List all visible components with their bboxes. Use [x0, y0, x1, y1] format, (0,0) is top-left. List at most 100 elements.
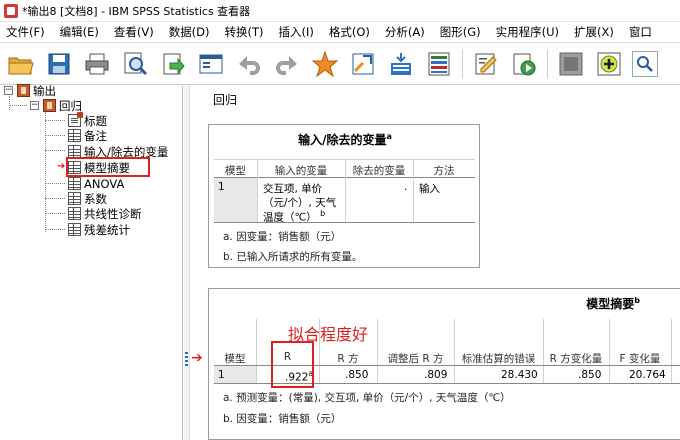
tree-item-label: ANOVA	[84, 176, 125, 191]
tree-item-label: 共线性诊断	[84, 206, 142, 221]
tree-connector	[45, 150, 65, 151]
menu-bar: 文件(F) 编辑(E) 查看(V) 数据(D) 转换(T) 插入(I) 格式(O…	[0, 22, 680, 43]
tree-connector	[45, 213, 65, 214]
tree-item-anova[interactable]: ANOVA	[68, 176, 124, 191]
show-all-icon[interactable]	[471, 49, 501, 79]
print-preview-icon[interactable]	[120, 49, 150, 79]
undo-icon[interactable]	[234, 49, 264, 79]
cell-r2-change: .850	[578, 369, 602, 381]
table-note-a: a. 因变量：销售额（元）	[223, 231, 342, 243]
goto-case-icon[interactable]	[348, 49, 378, 79]
table-icon	[68, 223, 81, 236]
run-icon[interactable]	[509, 49, 539, 79]
tree-item-regression[interactable]: − 回归	[30, 98, 82, 113]
pane-divider[interactable]	[184, 86, 190, 440]
designate-window-icon[interactable]	[556, 49, 586, 79]
open-folder-icon[interactable]	[6, 49, 36, 79]
table-icon	[68, 129, 81, 142]
book-icon	[17, 84, 30, 97]
table-icon	[68, 177, 81, 190]
insert-icon[interactable]	[594, 49, 624, 79]
variables-icon[interactable]	[424, 49, 454, 79]
menu-view[interactable]: 查看(V)	[108, 24, 163, 40]
table-note-b: b. 已输入所请求的所有变量。	[223, 251, 363, 263]
window-title: *输出8 [文档8] - IBM SPSS Statistics 查看器	[22, 4, 251, 18]
goto-data-icon[interactable]	[310, 49, 340, 79]
tree-connector	[9, 105, 27, 106]
col-header-model: 模型	[225, 165, 246, 177]
toolbar-separator-2	[547, 49, 548, 78]
title-bar: *输出8 [文档8] - IBM SPSS Statistics 查看器	[0, 0, 680, 22]
search-icon[interactable]	[632, 50, 658, 77]
model-summary-table[interactable]: 模型摘要b 拟合程度好 模型 R R 方 调整后 R 方 标准估算的错误 R 方…	[208, 288, 680, 440]
title-doc-icon	[68, 112, 83, 127]
tree-connector	[9, 96, 10, 110]
menu-extensions[interactable]: 扩展(X)	[568, 24, 623, 40]
col-header-f-change: F 变化量	[619, 353, 661, 365]
cell-removed: .	[404, 181, 408, 193]
menu-window[interactable]: 窗口	[623, 24, 661, 40]
tree-connector	[45, 183, 65, 184]
menu-graphs[interactable]: 图形(G)	[434, 24, 490, 40]
tree-item-collinearity[interactable]: 共线性诊断	[68, 206, 142, 221]
cell-method: 输入	[419, 183, 440, 195]
col-header-std-error: 标准估算的错误	[461, 353, 536, 365]
export-icon[interactable]	[158, 49, 188, 79]
row-pointer-arrow-icon: ➔	[191, 350, 203, 366]
cell-entered-line3: 温度（℃） b	[263, 209, 326, 224]
tree-connector	[45, 198, 65, 199]
recall-dialog-icon[interactable]	[196, 49, 226, 79]
table-icon	[68, 207, 81, 220]
table-note-a: a. 预测变量：(常量), 交互项, 单价（元/个）, 天气温度（℃）	[223, 392, 511, 404]
table-title: 模型摘要b	[586, 296, 640, 311]
variables-entered-table[interactable]: 输入/除去的变量a 模型 输入的变量 除去的变量 方法 1 交互项, 单价 （元…	[208, 124, 480, 268]
save-icon[interactable]	[44, 49, 74, 79]
tree-connector	[45, 120, 65, 121]
tree-item-coefficients[interactable]: 系数	[68, 191, 107, 206]
col-header-method: 方法	[433, 165, 455, 177]
spss-app-icon	[4, 3, 18, 18]
table-icon	[68, 192, 81, 205]
cell-r-square: .850	[345, 369, 369, 381]
toolbar-separator	[462, 49, 463, 78]
tree-item-label: 系数	[84, 191, 107, 206]
goto-variable-icon[interactable]	[386, 49, 416, 79]
menu-edit[interactable]: 编辑(E)	[54, 24, 108, 40]
col-header-entered: 输入的变量	[274, 165, 328, 177]
print-icon[interactable]	[82, 49, 112, 79]
cell-model: 1	[218, 369, 225, 381]
tree-item-residuals[interactable]: 残差统计	[68, 222, 130, 237]
table-rule	[214, 222, 475, 223]
menu-utilities[interactable]: 实用程序(U)	[490, 24, 568, 40]
book-icon	[43, 99, 56, 112]
tree-item-notes[interactable]: 备注	[68, 128, 107, 143]
menu-insert[interactable]: 插入(I)	[273, 24, 323, 40]
tree-item-label: 输出	[33, 83, 56, 98]
cell-entered-line2: （元/个）, 天气	[263, 197, 337, 209]
current-item-arrow-icon: ➔	[57, 161, 66, 172]
cell-adj-r-square: .809	[424, 369, 448, 381]
tree-item-title[interactable]: 标题	[68, 112, 107, 128]
tree-connector	[45, 112, 46, 232]
col-header-r-square: R 方	[337, 353, 359, 365]
output-content: 回归 输入/除去的变量a 模型 输入的变量 除去的变量 方法 1 交互项, 单价…	[191, 86, 680, 440]
cell-model: 1	[218, 181, 225, 193]
table-note-b: b. 因变量：销售额（元）	[223, 413, 342, 425]
collapse-icon[interactable]: −	[4, 86, 13, 95]
menu-transform[interactable]: 转换(T)	[219, 24, 273, 40]
col-header-adj-r-square: 调整后 R 方	[387, 353, 444, 365]
tree-connector	[45, 135, 65, 136]
col-header-model: 模型	[224, 353, 246, 365]
menu-analyze[interactable]: 分析(A)	[379, 24, 434, 40]
tree-item-output[interactable]: − 输出	[4, 83, 56, 98]
col-header-r2-change: R 方变化量	[549, 353, 603, 365]
menu-file[interactable]: 文件(F)	[0, 24, 54, 40]
menu-format[interactable]: 格式(O)	[323, 24, 379, 40]
redo-icon[interactable]	[272, 49, 302, 79]
cell-entered-line1: 交互项, 单价	[263, 183, 323, 195]
collapse-icon[interactable]: −	[30, 101, 39, 110]
section-title: 回归	[213, 93, 238, 107]
tree-item-label: 残差统计	[84, 222, 130, 237]
splitter-grip-icon[interactable]	[185, 352, 188, 366]
menu-data[interactable]: 数据(D)	[163, 24, 219, 40]
